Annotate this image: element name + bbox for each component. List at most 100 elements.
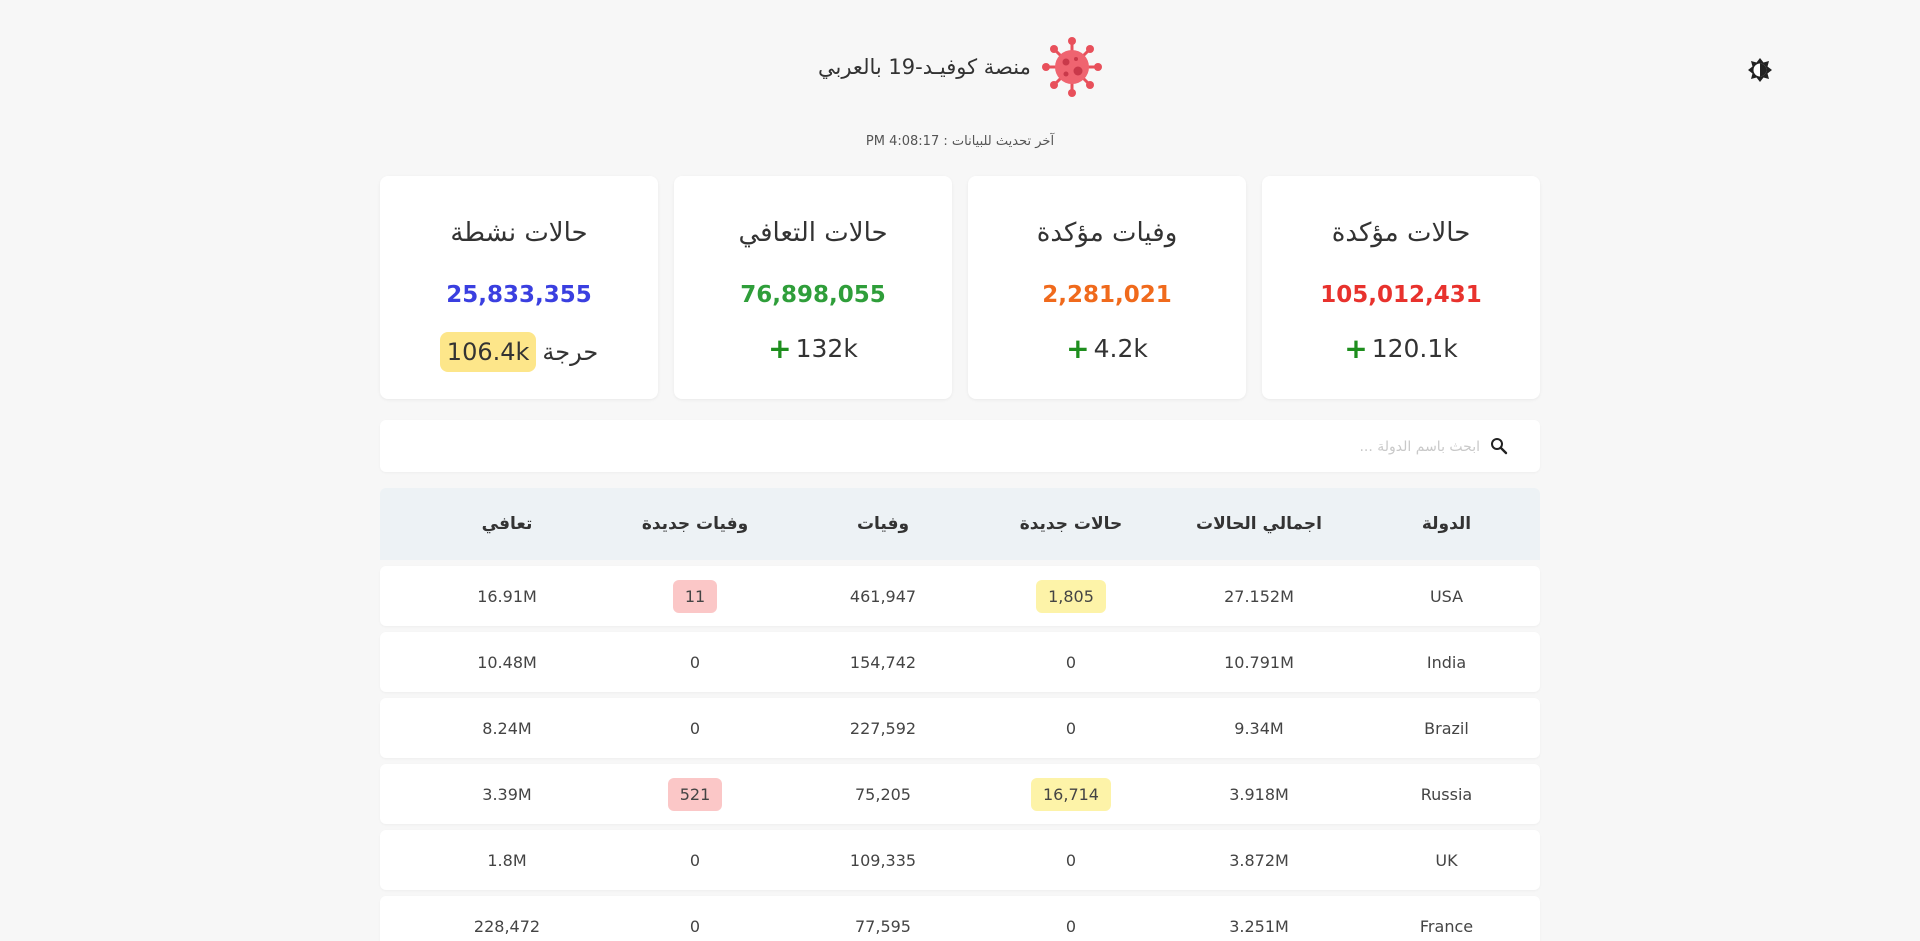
header-country[interactable]: الدولة — [1353, 514, 1540, 534]
cell-deaths: 75,205 — [789, 785, 977, 804]
plus-icon: + — [1344, 331, 1368, 365]
cell-new-cases: 16,714 — [977, 777, 1165, 811]
cell-total-cases-value: 10.791M — [1224, 652, 1294, 672]
stat-cards: حالات مؤكدة 105,012,431 + 120.1k وفيات م… — [380, 176, 1540, 399]
search-icon[interactable] — [1490, 437, 1508, 455]
cell-deaths-value: 75,205 — [855, 784, 911, 804]
cell-new-deaths-value: 521 — [667, 777, 723, 811]
cell-country-value: Russia — [1420, 784, 1473, 804]
card-recovered-delta: + 132k — [674, 334, 952, 363]
cell-country-value: India — [1426, 652, 1467, 672]
cell-country-value: USA — [1429, 586, 1464, 606]
header-new-cases[interactable]: حالات جديدة — [977, 514, 1165, 534]
cell-deaths: 77,595 — [789, 917, 977, 936]
card-active-title: حالات نشطة — [450, 218, 588, 248]
cell-deaths: 461,947 — [789, 587, 977, 606]
cell-new-cases-value: 0 — [1065, 850, 1077, 870]
header-total-cases[interactable]: اجمالي الحالات — [1165, 514, 1353, 534]
cell-recovered-value: 16.91M — [477, 586, 537, 606]
header-deaths[interactable]: وفيات — [789, 514, 977, 534]
card-confirmed-delta-value: 120.1k — [1371, 334, 1458, 363]
cell-recovered-value: 3.39M — [482, 784, 532, 804]
cell-recovered-value: 10.48M — [477, 652, 537, 672]
cell-total-cases: 10.791M — [1165, 653, 1353, 672]
header: منصة كوفيـد-19 بالعربي — [0, 36, 1920, 106]
table-row[interactable]: UK 3.872M 0 109,335 0 1.8M — [380, 830, 1540, 890]
card-recovered: حالات التعافي 76,898,055 + 132k — [674, 176, 952, 399]
cell-new-deaths-value: 11 — [672, 579, 718, 613]
card-recovered-value: 76,898,055 — [740, 282, 886, 308]
card-active-critical: حرجة 106.4k — [380, 332, 658, 372]
cell-new-cases-value: 0 — [1065, 718, 1077, 738]
last-updated-text: آخر تحديث للبيانات : PM 4:08:17 — [865, 134, 1055, 149]
theme-toggle-icon[interactable] — [1746, 56, 1774, 84]
last-updated: آخر تحديث للبيانات : PM 4:08:17 — [0, 134, 1920, 149]
card-recovered-title: حالات التعافي — [738, 218, 888, 248]
cell-total-cases-value: 27.152M — [1224, 586, 1294, 606]
cell-deaths-value: 154,742 — [849, 652, 917, 672]
cell-country: France — [1353, 917, 1540, 936]
cell-recovered: 8.24M — [413, 719, 601, 738]
cell-country-value: Brazil — [1424, 718, 1469, 738]
cell-total-cases: 27.152M — [1165, 587, 1353, 606]
cell-total-cases: 3.251M — [1165, 917, 1353, 936]
table-row[interactable]: France 3.251M 0 77,595 0 228,472 — [380, 896, 1540, 941]
cell-recovered-value: 1.8M — [487, 850, 527, 870]
cell-recovered: 16.91M — [413, 587, 601, 606]
cell-total-cases-value: 3.918M — [1229, 784, 1289, 804]
header-recovered[interactable]: تعافي — [413, 514, 601, 534]
cell-total-cases-value: 3.251M — [1229, 916, 1289, 936]
cell-country-value: France — [1419, 916, 1474, 936]
table-row[interactable]: India 10.791M 0 154,742 0 10.48M — [380, 632, 1540, 692]
app-title: منصة كوفيـد-19 بالعربي — [818, 55, 1031, 79]
cell-country-value: UK — [1435, 850, 1458, 870]
cell-country: India — [1353, 653, 1540, 672]
cell-new-cases-value: 0 — [1065, 652, 1077, 672]
cell-new-deaths-value: 0 — [689, 718, 701, 738]
card-deaths-value: 2,281,021 — [1042, 282, 1172, 308]
cell-country: UK — [1353, 851, 1540, 870]
cell-deaths: 154,742 — [789, 653, 977, 672]
card-deaths: وفيات مؤكدة 2,281,021 + 4.2k — [968, 176, 1246, 399]
card-deaths-delta: + 4.2k — [968, 334, 1246, 363]
cell-new-deaths: 0 — [601, 851, 789, 870]
card-active: حالات نشطة 25,833,355 حرجة 106.4k — [380, 176, 658, 399]
cell-country: USA — [1353, 587, 1540, 606]
cell-new-deaths-value: 0 — [689, 652, 701, 672]
table-row[interactable]: USA 27.152M 1,805 461,947 11 16.91M — [380, 566, 1540, 626]
cell-new-cases-value: 1,805 — [1036, 579, 1106, 613]
cell-new-cases: 0 — [977, 719, 1165, 738]
table-row[interactable]: Russia 3.918M 16,714 75,205 521 3.39M — [380, 764, 1540, 824]
cell-recovered: 3.39M — [413, 785, 601, 804]
cell-new-cases-value: 16,714 — [1031, 777, 1111, 811]
cell-total-cases: 3.872M — [1165, 851, 1353, 870]
card-recovered-delta-value: 132k — [795, 334, 858, 363]
brand[interactable]: منصة كوفيـد-19 بالعربي — [818, 36, 1103, 98]
cell-new-deaths: 0 — [601, 653, 789, 672]
card-confirmed-value: 105,012,431 — [1320, 282, 1482, 308]
cell-total-cases-value: 9.34M — [1234, 718, 1284, 738]
cell-deaths-value: 77,595 — [855, 916, 911, 936]
cell-total-cases: 9.34M — [1165, 719, 1353, 738]
cell-deaths: 109,335 — [789, 851, 977, 870]
header-new-deaths[interactable]: وفيات جديدة — [601, 514, 789, 534]
plus-icon: + — [1066, 331, 1090, 365]
cell-recovered-value: 8.24M — [482, 718, 532, 738]
cell-new-deaths: 11 — [601, 579, 789, 613]
cell-total-cases: 3.918M — [1165, 785, 1353, 804]
cell-new-deaths-value: 0 — [689, 850, 701, 870]
table-row[interactable]: Brazil 9.34M 0 227,592 0 8.24M — [380, 698, 1540, 758]
cell-new-deaths: 0 — [601, 917, 789, 936]
search-input[interactable] — [428, 420, 1482, 474]
cell-new-cases: 1,805 — [977, 579, 1165, 613]
critical-label: حرجة — [542, 338, 599, 366]
table-body: USA 27.152M 1,805 461,947 11 16.91M India 10.79… — [380, 566, 1540, 941]
cell-deaths-value: 109,335 — [849, 850, 917, 870]
cell-new-deaths: 0 — [601, 719, 789, 738]
cell-new-cases-value: 0 — [1065, 916, 1077, 936]
dashboard-page: منصة كوفيـد-19 بالعربي آخر تحديث للبيانا… — [0, 0, 1920, 941]
cell-deaths-value: 227,592 — [849, 718, 917, 738]
card-active-value: 25,833,355 — [446, 282, 592, 308]
cell-recovered-value: 228,472 — [473, 916, 541, 936]
cell-country: Russia — [1353, 785, 1540, 804]
